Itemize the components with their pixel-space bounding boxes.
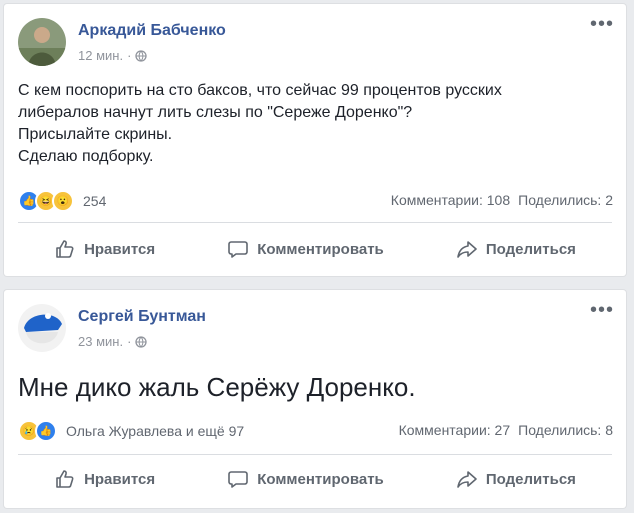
share-icon bbox=[457, 241, 477, 258]
avatar[interactable] bbox=[18, 304, 66, 352]
like-label: Нравится bbox=[84, 470, 156, 488]
post-meta: 23 мин. · bbox=[78, 334, 148, 349]
comment-label: Комментировать bbox=[257, 240, 384, 258]
author-name[interactable]: Сергей Бунтман bbox=[78, 308, 206, 326]
globe-icon bbox=[135, 49, 148, 62]
comments-count[interactable]: Комментарии: 27 bbox=[399, 422, 511, 438]
like-button[interactable]: Нравится bbox=[54, 238, 155, 260]
comments-count[interactable]: Комментарии: 108 bbox=[391, 192, 510, 208]
post-text-line: Присылайте скрины. bbox=[18, 126, 173, 143]
like-label: Нравится bbox=[84, 240, 156, 258]
globe-icon bbox=[135, 335, 148, 348]
more-options-icon[interactable]: ••• bbox=[590, 14, 614, 34]
thumbs-up-icon bbox=[56, 240, 74, 258]
comment-icon bbox=[228, 471, 249, 488]
post-text: Мне дико жаль Серёжу Доренко. bbox=[18, 372, 416, 402]
reactions-summary[interactable]: 👍 😆 😮 254 bbox=[18, 190, 106, 212]
shares-count[interactable]: Поделились: 2 bbox=[518, 192, 613, 208]
post-text-line: С кем поспорить на сто баксов, что сейча… bbox=[18, 82, 502, 99]
like-button[interactable]: Нравится bbox=[54, 468, 155, 490]
divider bbox=[18, 454, 612, 455]
timestamp[interactable]: 23 мин. bbox=[78, 334, 123, 349]
post-text: С кем поспорить на сто баксов, что сейча… bbox=[18, 80, 612, 168]
wow-icon: 😮 bbox=[52, 190, 74, 212]
thumbs-up-icon bbox=[56, 470, 74, 488]
share-button[interactable]: Поделиться bbox=[456, 238, 576, 260]
post-card: Аркадий Бабченко 12 мин. · ••• С кем пос… bbox=[4, 4, 626, 276]
post-text-line: Сделаю подборку. bbox=[18, 148, 154, 165]
comment-icon bbox=[228, 241, 249, 258]
share-icon bbox=[457, 471, 477, 488]
reaction-count[interactable]: 254 bbox=[83, 193, 106, 209]
like-icon: 👍 bbox=[35, 420, 57, 442]
post-card: Сергей Бунтман 23 мин. · ••• Мне дико жа… bbox=[4, 290, 626, 508]
divider bbox=[18, 222, 612, 223]
share-label: Поделиться bbox=[485, 240, 576, 258]
comment-button[interactable]: Комментировать bbox=[227, 468, 384, 490]
timestamp[interactable]: 12 мин. bbox=[78, 48, 123, 63]
post-meta: 12 мин. · bbox=[78, 48, 148, 63]
shares-count[interactable]: Поделились: 8 bbox=[518, 422, 613, 438]
share-label: Поделиться bbox=[485, 470, 576, 488]
reaction-count[interactable]: Ольга Журавлева и ещё 97 bbox=[66, 423, 244, 439]
share-button[interactable]: Поделиться bbox=[456, 468, 576, 490]
more-options-icon[interactable]: ••• bbox=[590, 300, 614, 320]
comment-label: Комментировать bbox=[257, 470, 384, 488]
post-stats: Комментарии: 108 Поделились: 2 bbox=[391, 192, 613, 208]
action-bar: Нравится Комментировать Поделиться bbox=[18, 462, 612, 496]
post-text-line: либералов начнут лить слезы по "Сереже Д… bbox=[18, 104, 413, 121]
action-bar: Нравится Комментировать Поделиться bbox=[18, 232, 612, 266]
avatar[interactable] bbox=[18, 18, 66, 66]
comment-button[interactable]: Комментировать bbox=[227, 238, 384, 260]
post-stats: Комментарии: 27 Поделились: 8 bbox=[399, 422, 613, 438]
author-name[interactable]: Аркадий Бабченко bbox=[78, 22, 226, 40]
reactions-summary[interactable]: 😢 👍 Ольга Журавлева и ещё 97 bbox=[18, 420, 244, 442]
